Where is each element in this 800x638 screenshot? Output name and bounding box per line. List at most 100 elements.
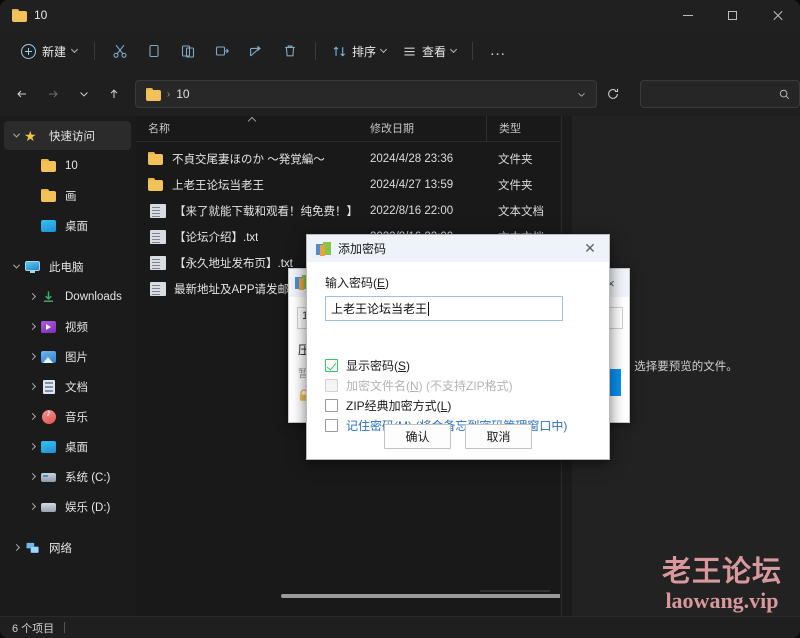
checkbox-checked-icon[interactable] [325,359,338,372]
column-header-type[interactable]: 类型 [486,116,560,142]
delete-button[interactable] [273,36,307,66]
breadcrumb-separator: › [166,88,171,100]
sidebar-item-6[interactable]: 视频 [4,312,131,341]
minimize-button[interactable] [665,0,710,30]
more-button[interactable]: ... [481,36,515,66]
desktop-icon [40,218,58,234]
expander-closed-icon[interactable] [24,379,40,395]
text-file-icon [150,204,166,218]
forward-button[interactable] [40,81,65,107]
maximize-button[interactable] [710,0,755,30]
file-explorer-window: 10 新建 排序 查看 ... › 10 ★ 快速访问 10 画 桌面 此电脑 … [0,0,800,638]
text-caret [428,301,430,316]
sidebar-item-2[interactable]: 画 [4,181,131,210]
up-button[interactable] [102,81,127,107]
documents-icon [40,379,58,395]
sidebar-item-7[interactable]: 图片 [4,342,131,371]
sidebar-item-0[interactable]: ★ 快速访问 [4,121,131,150]
cell-type: 文件夹 [498,180,533,192]
divider [94,42,96,60]
rename-button[interactable] [205,36,239,66]
checkbox-row-2[interactable]: ZIP经典加密方式(L) [325,396,591,415]
sidebar-item-8[interactable]: 文档 [4,372,131,401]
copy-button[interactable] [137,36,171,66]
sidebar-item-10[interactable]: 桌面 [4,432,131,461]
expander-closed-icon[interactable] [24,289,40,305]
file-name-label: 【永久地址发布页】.txt [174,258,293,270]
view-button[interactable]: 查看 [394,36,464,66]
sort-button[interactable]: 排序 [324,36,394,66]
add-password-dialog[interactable]: 添加密码 ✕ 输入密码(E) 上老王论坛当老王 显示密码(S) 加密文件名(N) … [306,234,610,460]
divider [64,622,66,633]
address-bar[interactable]: › 10 [134,80,597,108]
sidebar-item-4[interactable]: 此电脑 [4,252,131,281]
checkbox-unchecked-icon [325,379,338,392]
folder-icon [40,188,58,204]
expander-closed-icon[interactable] [24,499,40,515]
password-dialog-close-button[interactable]: ✕ [571,235,609,262]
checkbox-row-0[interactable]: 显示密码(S) [325,356,591,375]
cell-name: 上老王论坛当老王 [136,177,358,193]
sidebar-item-3[interactable]: 桌面 [4,211,131,240]
password-dialog-title-bar: 添加密码 ✕ [307,235,609,262]
password-input[interactable]: 上老王论坛当老王 [325,296,563,321]
window-tab[interactable]: 10 [12,0,47,30]
close-button[interactable] [755,0,800,30]
address-dropdown-button[interactable] [572,82,592,106]
file-name-label: 【论坛介绍】.txt [174,232,259,244]
scrollbar-thumb[interactable] [281,594,560,598]
table-row[interactable]: 不貞交尾妻ほのか ～発覚編～ 2024/4/28 23:36 文件夹 [136,146,560,172]
sidebar-item-9[interactable]: 音乐 [4,402,131,431]
sidebar-item-label: 音乐 [65,411,88,424]
password-dialog-title: 添加密码 [338,242,387,256]
breadcrumb-current[interactable]: 10 [176,87,189,101]
checkbox-unchecked-icon[interactable] [325,399,338,412]
music-icon [40,408,58,425]
confirm-button[interactable]: 确认 [384,424,451,449]
sidebar-item-12[interactable]: 娱乐 (D:) [4,492,131,521]
cell-type: 文件夹 [498,154,533,166]
sidebar-item-13[interactable]: 网络 [4,533,131,562]
expander-closed-icon[interactable] [24,409,40,425]
sidebar-item-5[interactable]: Downloads [4,282,131,311]
chevron-down-icon [379,45,388,54]
folder-icon [40,158,58,174]
expander-closed-icon[interactable] [24,439,40,455]
column-headers: 名称 修改日期 类型 [136,116,560,142]
table-row[interactable]: 上老王论坛当老王 2024/4/27 13:59 文件夹 [136,172,560,198]
search-box[interactable] [639,80,800,108]
refresh-button[interactable] [601,81,626,107]
share-button[interactable] [239,36,273,66]
scrollbar-secondary [480,590,550,592]
cell-type: 文本文档 [498,206,544,218]
expander-closed-icon[interactable] [24,469,40,485]
folder-icon [148,152,164,166]
expander-closed-icon[interactable] [24,319,40,335]
cut-button[interactable] [103,36,137,66]
new-button[interactable]: 新建 [12,36,86,66]
navigation-pane: ★快速访问10画桌面此电脑Downloads视频图片文档音乐桌面系统 (C:)娱… [0,116,135,616]
file-name-label: 不貞交尾妻ほのか ～発覚編～ [172,154,325,166]
table-row[interactable]: 【来了就能下载和观看！纯免费！】.txt 2022/8/16 22:00 文本文档 [136,198,560,224]
sidebar-item-label: 图片 [65,351,88,364]
expander-closed-icon[interactable] [24,349,40,365]
sidebar-item-11[interactable]: 系统 (C:) [4,462,131,491]
sidebar-item-1[interactable]: 10 [4,151,131,180]
downloads-icon [40,289,58,305]
sidebar-item-label: 文档 [65,381,88,394]
back-button[interactable] [10,81,35,107]
column-header-date[interactable]: 修改日期 [358,116,486,142]
paste-button[interactable] [171,36,205,66]
expander-open-icon[interactable] [8,259,24,275]
expander-open-icon[interactable] [8,128,24,144]
folder-icon [145,87,161,101]
network-icon [24,540,42,556]
sidebar-item-label: 视频 [65,321,88,334]
chevron-down-icon [70,45,79,54]
horizontal-scrollbar[interactable] [281,592,560,600]
recent-locations-button[interactable] [71,81,96,107]
cancel-button[interactable]: 取消 [465,424,532,449]
expander-none-icon [24,158,40,174]
expander-closed-icon[interactable] [8,540,24,556]
divider [315,42,317,60]
